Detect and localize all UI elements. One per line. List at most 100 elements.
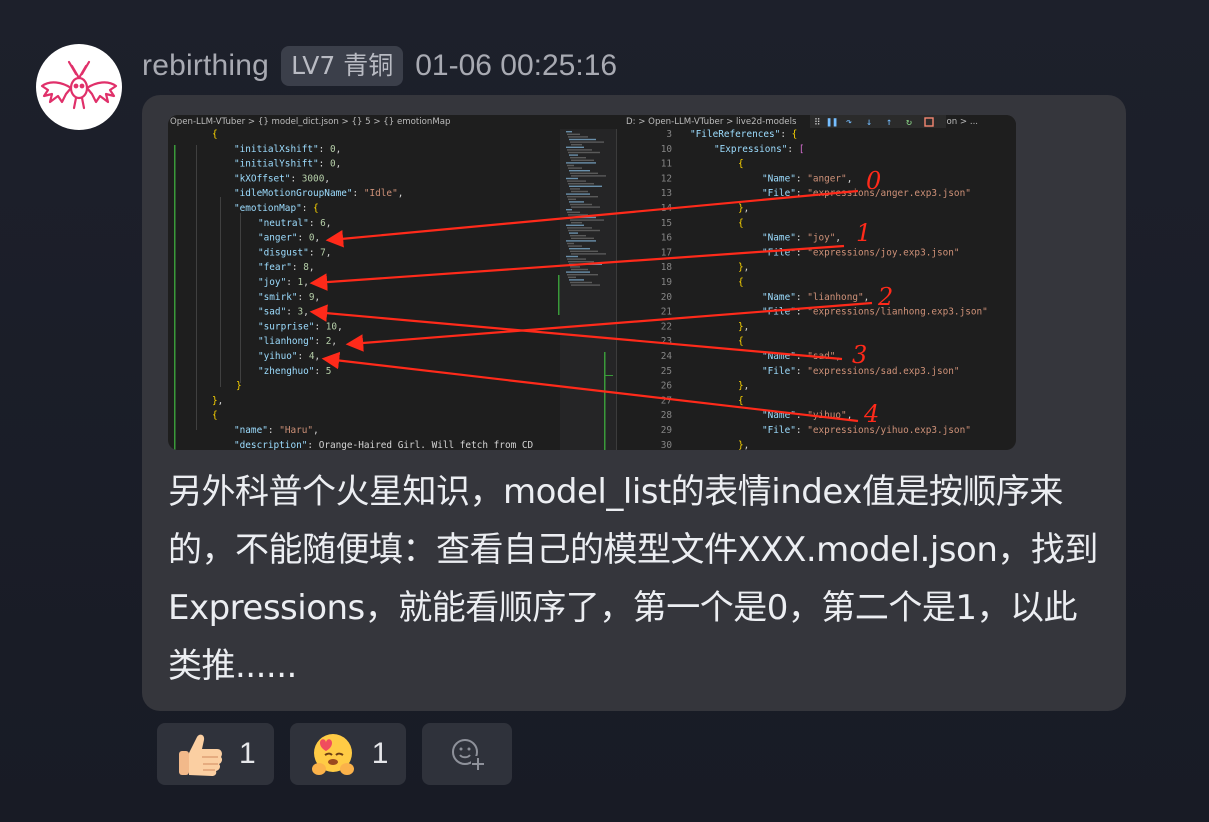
minimap-line [566,146,584,148]
minimap-line [567,149,592,151]
left-code-line: "surprise": 10, [258,321,343,332]
minimap-line [567,196,598,198]
line-number: 19 [661,277,673,288]
minimap-line [568,198,576,200]
minimap-line [567,258,586,260]
minimap-line [569,279,584,281]
left-code-line: "initialXshift": 0, [234,144,341,155]
right-code-editor[interactable]: "FileReferences": {"Expressions": [{"Nam… [690,129,988,450]
left-code-line: "name": "Haru", [234,425,319,436]
minimap-line [571,268,588,271]
right-line-numbers: 3101112131415161718192021222324252627282… [661,129,673,450]
add-reaction-button[interactable] [422,723,513,785]
left-code-line: { [212,410,218,421]
reaction-count: 1 [371,737,389,770]
step-over-icon[interactable]: ↷ [846,117,852,128]
minimap-line [566,162,596,164]
right-code-line: { [738,395,744,406]
line-number: 26 [661,381,673,392]
minimap-line [571,175,606,177]
minimap-line [571,144,582,146]
annotation-2: 2 [877,283,893,311]
minimap-line [566,240,596,242]
line-number: 11 [661,159,673,170]
reactions-bar: 1 1 [157,723,513,785]
step-out-icon[interactable]: ↑ [886,117,892,128]
avatar[interactable] [36,44,122,130]
left-code-line: }, [212,395,223,406]
restart-icon[interactable]: ↻ [906,117,912,128]
right-code-line: "Expressions": [ [714,144,804,155]
line-number: 29 [661,425,673,436]
right-code-line: "Name": "anger", [762,173,852,184]
minimap-line [566,131,572,133]
line-number: 25 [661,366,672,377]
right-code-line: "Name": "lianhong", [762,292,869,303]
minimap-line [570,141,604,143]
right-code-line: { [738,218,744,229]
code-screenshot-canvas: Open-LLM-VTuber > {} model_dict.json > {… [168,115,1016,450]
right-code-line: { [738,159,744,170]
minimap-line [569,201,584,203]
left-code-editor[interactable]: { "initialXshift": 0, "initialYshift": 0, "… [212,129,534,450]
minimap-line [567,274,598,276]
attached-screenshot[interactable]: Open-LLM-VTuber > {} model_dict.json > {… [168,115,1016,450]
message-meta: rebirthing LV7 青铜 01-06 00:25:16 [142,44,617,88]
minimap-line [568,276,576,278]
minimap-line [569,154,578,156]
right-code-line: { [738,336,744,347]
debug-toolbar[interactable]: ⠿ ❚❚ ↷ ↓ ↑ ↻ [810,115,946,128]
left-code-line: "disgust": 7, [258,247,331,258]
left-code-line: "lianhong": 2, [258,336,337,347]
minimap-line [571,190,588,193]
reaction-thumbs-up[interactable]: 1 [157,723,274,785]
left-code-line: "yihuo": 4, [258,351,320,362]
pause-icon[interactable]: ❚❚ [826,117,838,128]
left-code-line: "smirk": 9, [258,292,320,303]
line-number: 30 [661,440,673,450]
line-number: 15 [661,218,672,229]
line-number: 3 [666,129,672,140]
minimap-line [569,185,602,187]
line-number: 23 [661,336,672,347]
left-code-line: "emotionMap": { [234,203,319,214]
step-into-icon[interactable]: ↓ [866,117,872,128]
reaction-count: 1 [239,737,256,770]
left-breadcrumb: Open-LLM-VTuber > {} model_dict.json > {… [170,117,450,127]
minimap-line [568,167,582,169]
left-code-line: "fear": 8, [258,262,315,273]
right-code-line: }, [738,203,749,214]
minimap-line [571,206,600,208]
minimap-line [566,177,578,180]
left-code-line: "zhenghuo": 5 [258,366,331,377]
minimap-line [571,159,594,161]
left-code-line: "sad": 3, [258,307,309,318]
reaction-hugging-face[interactable]: 1 [289,723,407,785]
username[interactable]: rebirthing [142,49,269,83]
minimap-line [570,172,598,174]
line-number: 28 [661,410,673,421]
message-bubble: Open-LLM-VTuber > {} model_dict.json > {… [142,95,1126,711]
left-code-line: { [212,129,218,140]
left-code-line: } [236,381,242,392]
minimap-line [570,219,604,221]
right-code-line: { [738,277,744,288]
left-code-line: "anger": 0, [258,233,320,244]
line-number: 10 [661,144,673,155]
minimap-line [566,271,590,273]
line-number: 20 [661,292,673,303]
left-code-line: "description": Orange-Haired Girl. Will … [234,440,534,450]
minimap-line [570,235,586,237]
minimap-line [566,224,584,226]
minimap-line [567,133,580,135]
left-code-line: "initialYshift": 0, [234,159,341,170]
line-number: 21 [661,307,673,318]
left-code-line: "joy": 1, [258,277,309,288]
right-breadcrumb-tail: son > ... [942,117,978,127]
level-badge: LV7 青铜 [281,46,404,86]
minimap-line [571,253,606,255]
minimap-line [567,242,574,245]
line-number: 18 [661,262,673,273]
minimap-line [566,209,572,211]
drag-handle-icon[interactable]: ⠿ [814,117,821,128]
